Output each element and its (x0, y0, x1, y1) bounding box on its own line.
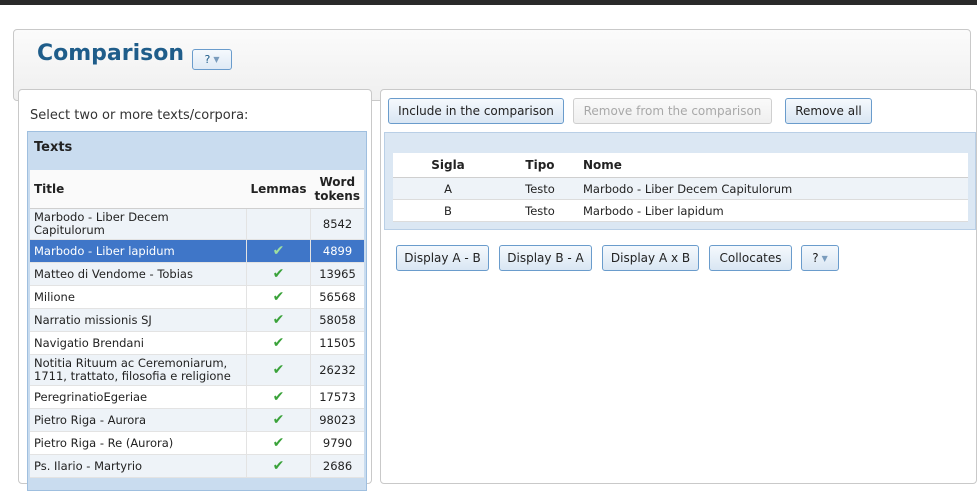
nome-cell: Marbodo - Liber Decem Capitulorum (577, 177, 968, 200)
check-icon (245, 208, 311, 240)
check-icon: ✔ (245, 408, 311, 432)
text-title: PeregrinatioEgeriae (30, 385, 247, 409)
comparison-row[interactable]: A Testo Marbodo - Liber Decem Capitulorum (393, 177, 968, 200)
display-a-b-button[interactable]: Display A - B (396, 245, 489, 271)
text-title: Notitia Rituum ac Ceremoniarum, 1711, tr… (30, 354, 247, 386)
collocates-button[interactable]: Collocates (709, 245, 792, 271)
text-title: Matteo di Vendome - Tobias (30, 262, 247, 286)
text-title: Narratio missionis SJ (30, 308, 247, 332)
check-icon: ✔ (245, 385, 311, 409)
word-token-count: 4899 (310, 239, 364, 263)
window-top-bar (0, 0, 977, 5)
nome-cell: Marbodo - Liber lapidum (577, 199, 968, 222)
comparison-box: Sigla Tipo Nome A Testo Marbodo - Liber De… (384, 132, 976, 230)
tipo-column-header[interactable]: Tipo (503, 153, 577, 178)
remove-all-button[interactable]: Remove all (785, 98, 872, 124)
text-title: Milione (30, 285, 247, 309)
title-column-header[interactable]: Title (30, 170, 247, 209)
word-tokens-header-line2: tokens (314, 189, 360, 203)
word-token-count: 26232 (310, 354, 364, 386)
text-row[interactable]: Ps. Ilario - Martyrio ✔ 2686 (30, 454, 364, 478)
help-dropdown[interactable]: ? ▼ (192, 49, 232, 70)
actions-help-dropdown[interactable]: ? ▼ (801, 245, 839, 271)
sigla-cell: A (393, 177, 503, 200)
display-a-x-b-button[interactable]: Display A x B (602, 245, 699, 271)
texts-heading: Texts (34, 140, 73, 155)
comparison-header-row: Sigla Tipo Nome (393, 153, 968, 178)
text-title: Ps. Ilario - Martyrio (30, 454, 247, 478)
word-tokens-column-header[interactable]: Word tokens (310, 170, 364, 209)
word-token-count: 9790 (310, 431, 364, 455)
text-title: Marbodo - Liber lapidum (30, 239, 247, 263)
word-token-count: 13965 (310, 262, 364, 286)
chevron-down-icon: ▼ (821, 253, 828, 263)
word-tokens-header-line1: Word (319, 175, 356, 189)
word-token-count: 56568 (310, 285, 364, 309)
lemmas-column-header[interactable]: Lemmas (246, 170, 311, 209)
check-icon: ✔ (245, 454, 311, 478)
text-row[interactable]: Marbodo - Liber Decem Capitulorum 8542 (30, 208, 364, 240)
text-row[interactable]: Pietro Riga - Re (Aurora) ✔ 9790 (30, 431, 364, 455)
sigla-cell: B (393, 199, 503, 222)
check-icon: ✔ (245, 308, 311, 332)
text-row[interactable]: Narratio missionis SJ ✔ 58058 (30, 308, 364, 332)
texts-box: Texts Title Lemmas Word tokens Marbodo -… (27, 131, 367, 491)
nome-column-header[interactable]: Nome (577, 153, 968, 178)
help-label: ? (204, 53, 211, 66)
check-icon: ✔ (245, 354, 311, 386)
text-row[interactable]: Milione ✔ 56568 (30, 285, 364, 309)
include-button[interactable]: Include in the comparison (388, 98, 564, 124)
chevron-down-icon: ▼ (213, 55, 220, 64)
word-token-count: 58058 (310, 308, 364, 332)
word-token-count: 8542 (310, 208, 364, 240)
check-icon: ✔ (245, 331, 311, 355)
tipo-cell: Testo (503, 177, 577, 200)
check-icon: ✔ (245, 431, 311, 455)
comparison-panel: Include in the comparison Remove from th… (380, 89, 977, 484)
text-title: Pietro Riga - Re (Aurora) (30, 431, 247, 455)
text-row[interactable]: PeregrinatioEgeriae ✔ 17573 (30, 385, 364, 409)
word-token-count: 2686 (310, 454, 364, 478)
tipo-cell: Testo (503, 199, 577, 222)
page-title: Comparison (37, 41, 185, 66)
text-title: Marbodo - Liber Decem Capitulorum (30, 208, 247, 240)
actions-help-label: ? (812, 251, 819, 265)
comparison-table: Sigla Tipo Nome A Testo Marbodo - Liber De… (393, 153, 968, 222)
text-row[interactable]: Notitia Rituum ac Ceremoniarum, 1711, tr… (30, 354, 364, 386)
sigla-column-header[interactable]: Sigla (393, 153, 503, 178)
text-selection-panel: Select two or more texts/corpora: Texts … (18, 89, 372, 491)
word-token-count: 11505 (310, 331, 364, 355)
text-row[interactable]: Pietro Riga - Aurora ✔ 98023 (30, 408, 364, 432)
text-title: Navigatio Brendani (30, 331, 247, 355)
remove-button[interactable]: Remove from the comparison (573, 98, 772, 124)
word-token-count: 98023 (310, 408, 364, 432)
word-token-count: 17573 (310, 385, 364, 409)
check-icon: ✔ (245, 262, 311, 286)
texts-table: Title Lemmas Word tokens Marbodo - Liber… (30, 170, 364, 478)
check-icon: ✔ (245, 285, 311, 309)
check-icon: ✔ (245, 239, 311, 263)
comparison-row[interactable]: B Testo Marbodo - Liber lapidum (393, 199, 968, 222)
display-b-a-button[interactable]: Display B - A (499, 245, 592, 271)
text-row[interactable]: Navigatio Brendani ✔ 11505 (30, 331, 364, 355)
text-row[interactable]: Matteo di Vendome - Tobias ✔ 13965 (30, 262, 364, 286)
texts-header-row: Title Lemmas Word tokens (30, 170, 364, 209)
selection-instruction: Select two or more texts/corpora: (30, 108, 249, 123)
text-title: Pietro Riga - Aurora (30, 408, 247, 432)
text-row[interactable]: Marbodo - Liber lapidum ✔ 4899 (30, 239, 364, 263)
